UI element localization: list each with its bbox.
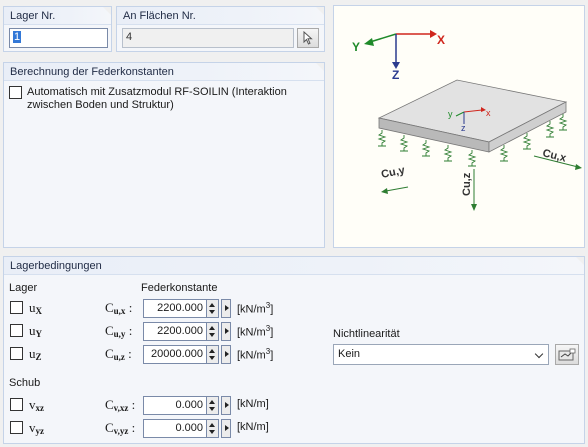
cux-unit: [kN/m3]: [237, 301, 274, 316]
flaechen-nr-panel: An Flächen Nr. 4: [116, 6, 325, 52]
spring-diagram: X Y Z x y z Cu,y Cu,x Cu,z: [333, 5, 585, 248]
vxz-checkbox[interactable]: [10, 398, 23, 411]
axis-z-label: Z: [392, 68, 399, 82]
cuy-label: Cu,y: [380, 164, 407, 181]
cuz-unit: [kN/m3]: [237, 347, 274, 362]
cvyz-unit: [kN/m]: [237, 421, 269, 433]
nichtlinearitaet-label: Nichtlinearität: [333, 328, 400, 340]
uz-checkbox[interactable]: [10, 347, 23, 360]
cuz-input[interactable]: 20000.000: [143, 345, 207, 364]
lagerbedingungen-panel: Lagerbedingungen Lager Federkonstante uX…: [3, 256, 585, 444]
cvyz-stepper[interactable]: [207, 419, 219, 438]
local-y-label: y: [448, 109, 453, 119]
cuz-arrow-button[interactable]: [221, 345, 231, 364]
cvyz-symbol: Cv,yz :: [105, 420, 136, 436]
cvxz-stepper[interactable]: [207, 396, 219, 415]
cvxz-input[interactable]: 0.000: [143, 396, 207, 415]
flaechen-nr-title: An Flächen Nr.: [117, 7, 324, 25]
cvyz-spinner: 0.000: [143, 419, 231, 438]
auto-soilin-label-line1: Automatisch mit Zusatzmodul RF-SOILIN (I…: [27, 86, 287, 98]
cuy-symbol: Cu,y :: [105, 323, 133, 339]
auto-soilin-checkbox[interactable]: [9, 86, 22, 99]
cuz-stepper[interactable]: [207, 345, 219, 364]
lager-nr-panel: Lager Nr. 1: [3, 6, 112, 52]
axis-x-label: X: [437, 33, 445, 47]
cursor-pick-icon: [303, 31, 313, 45]
cux-spinner: 2200.000: [143, 299, 231, 318]
chevron-down-icon: [532, 345, 548, 364]
cvxz-arrow-button[interactable]: [221, 396, 231, 415]
nichtlinearitaet-select[interactable]: Kein: [333, 344, 549, 365]
nichtlinearitaet-edit-button[interactable]: [555, 344, 579, 365]
local-z-label: z: [461, 123, 466, 133]
uy-checkbox[interactable]: [10, 324, 23, 337]
lagerbedingungen-title: Lagerbedingungen: [4, 257, 584, 275]
cuy-input[interactable]: 2200.000: [143, 322, 207, 341]
flaechen-nr-input[interactable]: 4: [122, 28, 294, 48]
auto-soilin-label-line2: zwischen Boden und Struktur): [27, 99, 174, 111]
cvxz-spinner: 0.000: [143, 396, 231, 415]
vyz-label: vyz: [29, 420, 44, 436]
cuz-symbol: Cu,z :: [105, 346, 132, 362]
cuy-stepper[interactable]: [207, 322, 219, 341]
schub-heading: Schub: [9, 377, 41, 389]
federkonstante-heading: Federkonstante: [141, 282, 218, 294]
cuy-unit: [kN/m3]: [237, 324, 274, 339]
vxz-label: vxz: [29, 397, 44, 413]
lager-nr-title: Lager Nr.: [4, 7, 111, 25]
cvxz-symbol: Cv,xz :: [105, 397, 136, 413]
local-x-label: x: [486, 108, 491, 118]
uz-label: uZ: [29, 346, 42, 362]
ux-checkbox[interactable]: [10, 301, 23, 314]
foundation-plate-illustration: X Y Z x y z Cu,y Cu,x Cu,z: [352, 30, 582, 211]
cuy-spinner: 2200.000: [143, 322, 231, 341]
axis-y-label: Y: [352, 40, 360, 54]
cuz-spinner: 20000.000: [143, 345, 231, 364]
cux-label: Cu,x: [541, 147, 568, 165]
federkonstanten-panel: Berechnung der Federkonstanten Automatis…: [3, 62, 325, 248]
cvxz-unit: [kN/m]: [237, 398, 269, 410]
lager-nr-input[interactable]: 1: [9, 28, 108, 48]
uy-label: uY: [29, 323, 42, 339]
cuz-label: Cu,z: [461, 172, 473, 196]
federkonstanten-title: Berechnung der Federkonstanten: [4, 63, 324, 81]
cvyz-input[interactable]: 0.000: [143, 419, 207, 438]
cux-input[interactable]: 2200.000: [143, 299, 207, 318]
cvyz-arrow-button[interactable]: [221, 419, 231, 438]
edit-nonlinearity-icon: [558, 348, 576, 360]
cux-arrow-button[interactable]: [221, 299, 231, 318]
pick-surface-button[interactable]: [297, 28, 319, 48]
cux-stepper[interactable]: [207, 299, 219, 318]
lager-heading: Lager: [9, 282, 38, 294]
ux-label: uX: [29, 300, 42, 316]
vyz-checkbox[interactable]: [10, 421, 23, 434]
cux-symbol: Cu,x :: [105, 300, 133, 316]
cuy-arrow-button[interactable]: [221, 322, 231, 341]
